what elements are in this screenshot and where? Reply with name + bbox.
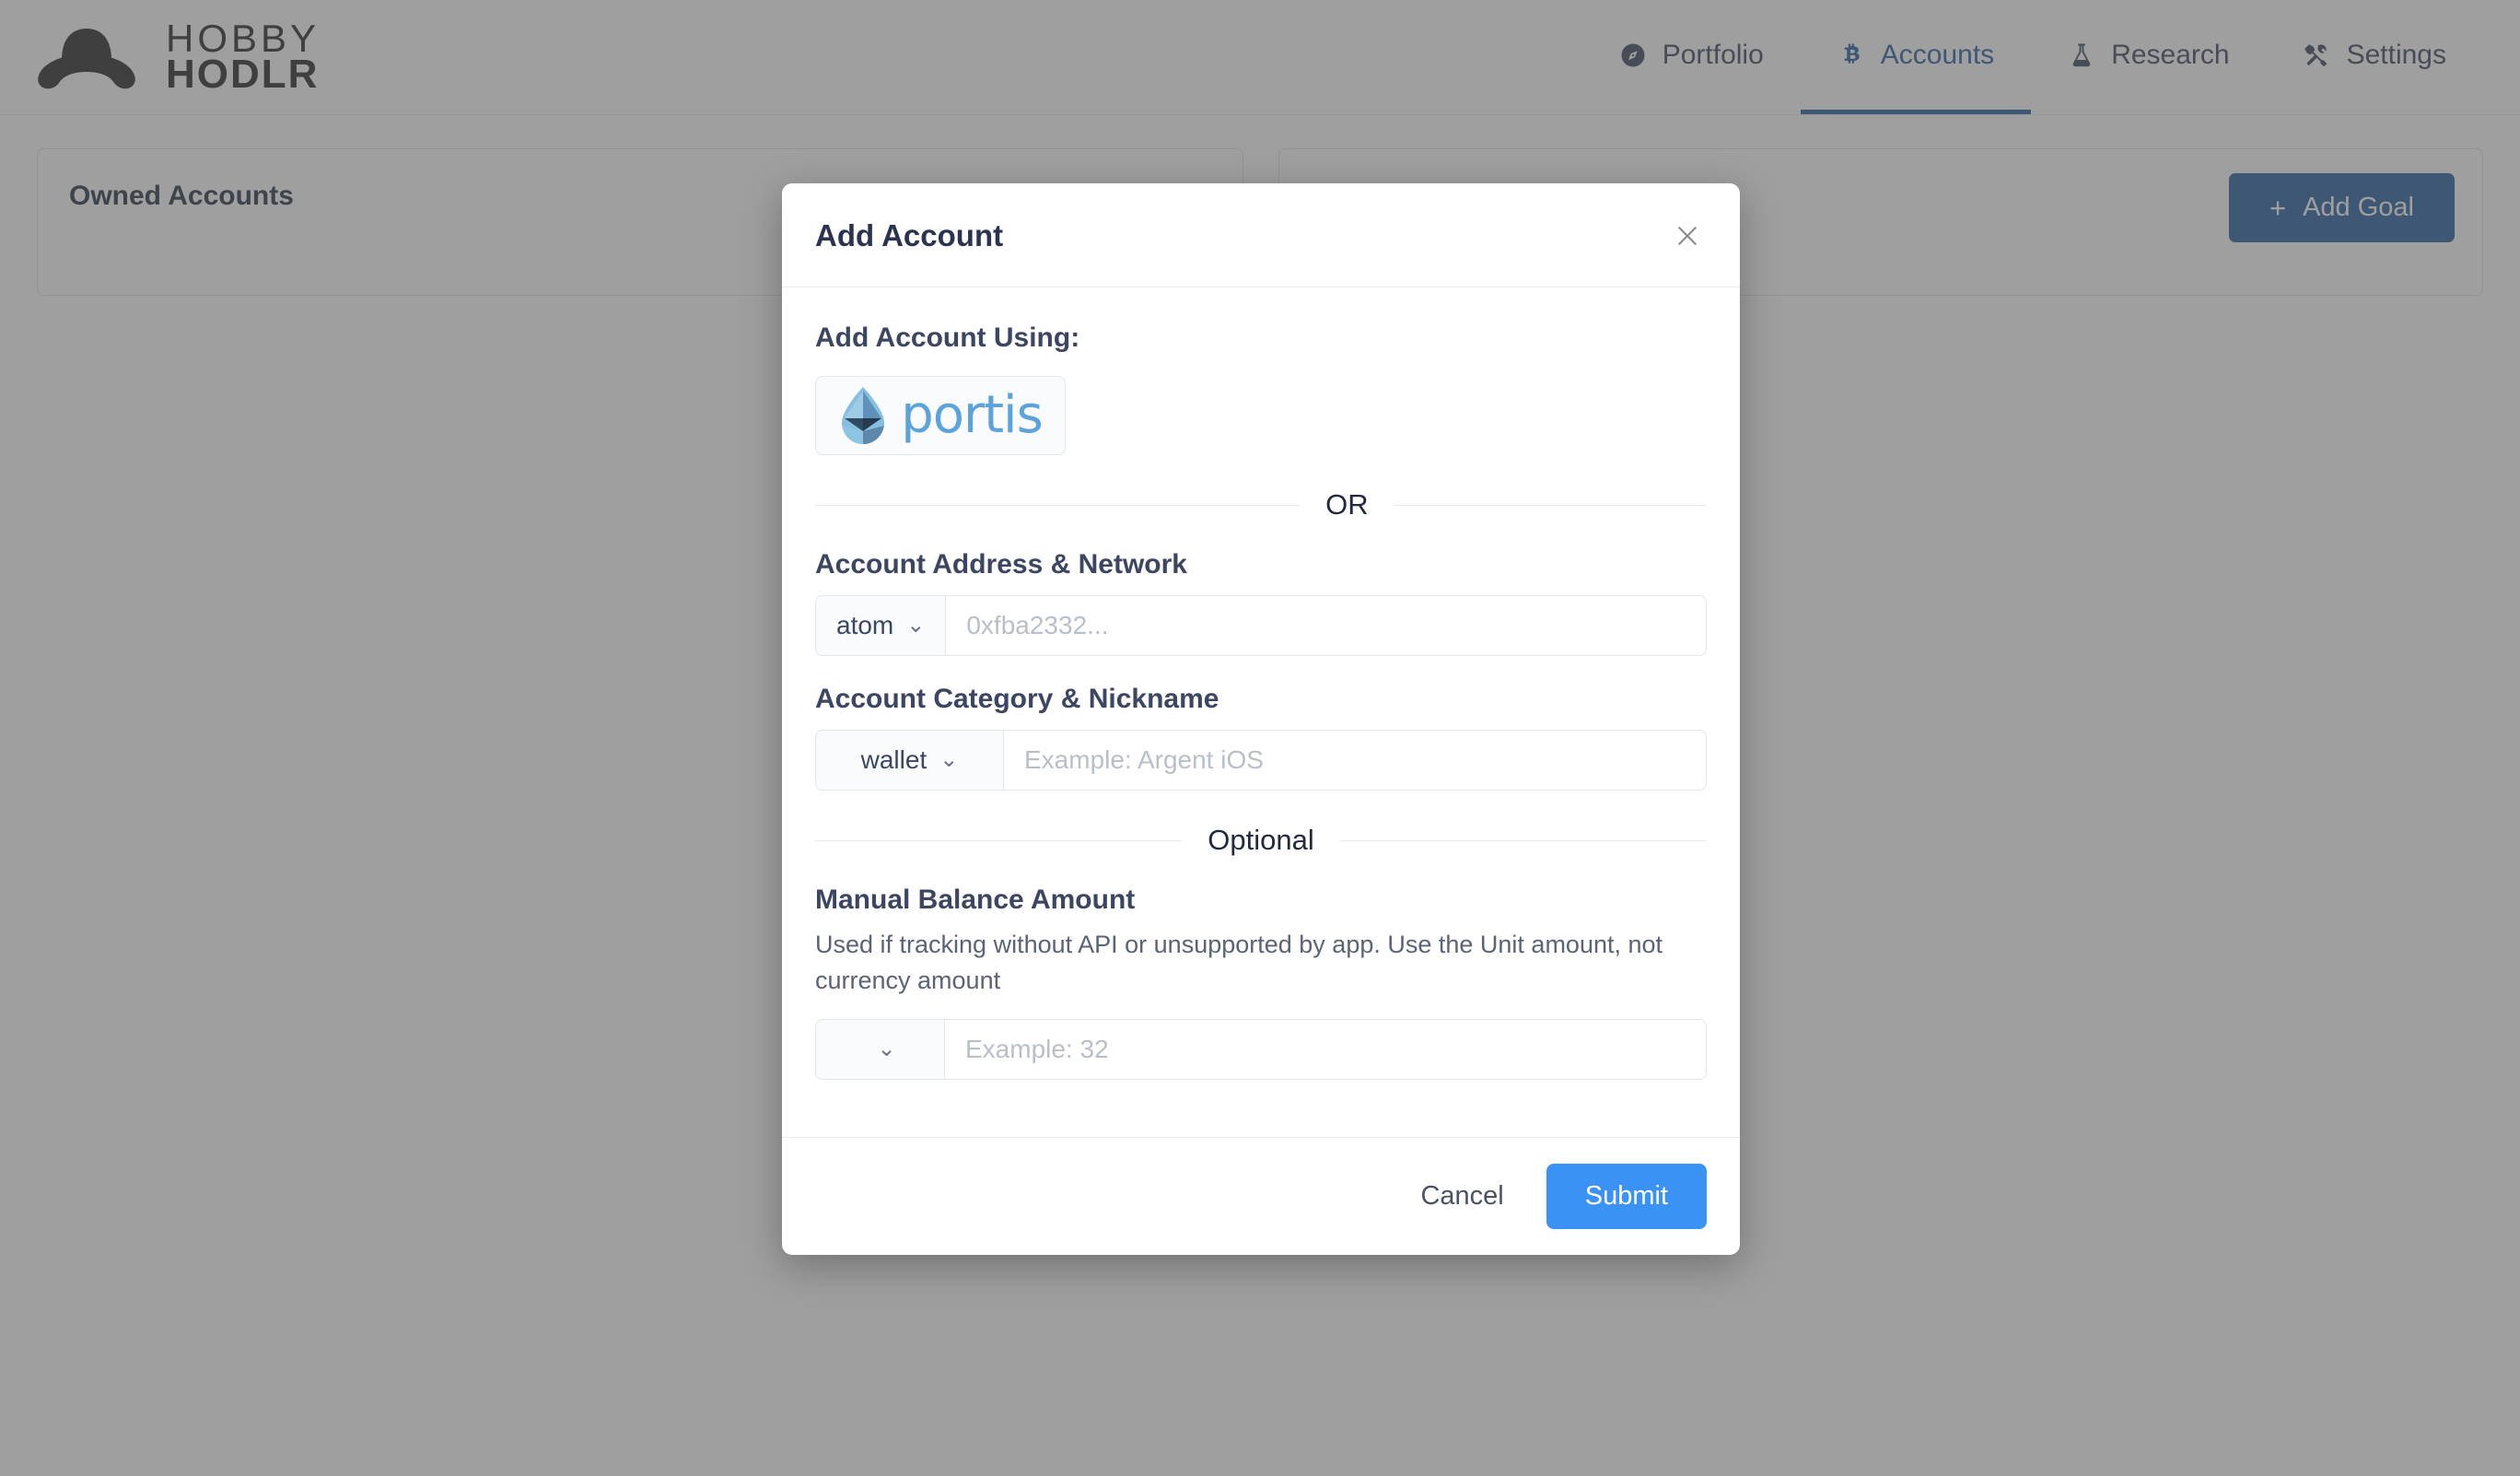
chevron-down-icon: ⌄ bbox=[877, 1037, 896, 1062]
close-icon bbox=[1677, 226, 1698, 246]
portis-droplet-icon bbox=[842, 387, 885, 444]
category-select[interactable]: wallet ⌄ bbox=[816, 731, 1004, 790]
category-nickname-input-row: wallet ⌄ bbox=[815, 730, 1707, 791]
divider-line-left bbox=[815, 839, 1183, 841]
address-network-group: Account Address & Network atom ⌄ bbox=[815, 549, 1707, 656]
manual-balance-heading: Manual Balance Amount bbox=[815, 884, 1136, 915]
divider-line-right bbox=[1394, 504, 1707, 506]
manual-balance-description: Used if tracking without API or unsuppor… bbox=[815, 931, 1663, 995]
chevron-down-icon: ⌄ bbox=[939, 747, 959, 772]
add-account-modal: Add Account Add Account Using: portis OR… bbox=[782, 183, 1740, 1256]
add-account-using-label: Add Account Using: bbox=[815, 322, 1080, 353]
category-nickname-group: Account Category & Nickname wallet ⌄ bbox=[815, 684, 1707, 791]
network-select[interactable]: atom ⌄ bbox=[816, 596, 947, 655]
modal-body: Add Account Using: portis OR Account Add… bbox=[782, 287, 1740, 1137]
cancel-button[interactable]: Cancel bbox=[1394, 1165, 1529, 1228]
close-button[interactable] bbox=[1668, 217, 1707, 255]
nickname-input[interactable] bbox=[1004, 731, 1706, 790]
address-input[interactable] bbox=[946, 596, 1706, 655]
manual-balance-group: Manual Balance Amount Used if tracking w… bbox=[815, 884, 1707, 1081]
address-network-label: Account Address & Network bbox=[815, 549, 1187, 580]
network-select-value: atom bbox=[836, 611, 894, 639]
submit-button[interactable]: Submit bbox=[1546, 1164, 1707, 1230]
portis-login-button[interactable]: portis bbox=[815, 376, 1066, 455]
optional-divider: Optional bbox=[815, 824, 1707, 857]
or-divider: OR bbox=[815, 488, 1707, 521]
manual-balance-input[interactable] bbox=[945, 1020, 1706, 1080]
address-network-input-row: atom ⌄ bbox=[815, 595, 1707, 656]
divider-line-left bbox=[815, 504, 1301, 506]
chevron-down-icon: ⌄ bbox=[906, 613, 926, 638]
category-nickname-label: Account Category & Nickname bbox=[815, 684, 1219, 714]
or-label: OR bbox=[1325, 488, 1369, 521]
modal-footer: Cancel Submit bbox=[782, 1137, 1740, 1255]
modal-title: Add Account bbox=[815, 218, 1004, 252]
modal-header: Add Account bbox=[782, 183, 1740, 287]
manual-balance-input-row: ⌄ bbox=[815, 1019, 1707, 1081]
optional-label: Optional bbox=[1208, 824, 1314, 856]
category-select-value: wallet bbox=[860, 745, 928, 774]
unit-select[interactable]: ⌄ bbox=[816, 1020, 945, 1080]
portis-label: portis bbox=[901, 385, 1044, 445]
divider-line-right bbox=[1339, 839, 1707, 841]
